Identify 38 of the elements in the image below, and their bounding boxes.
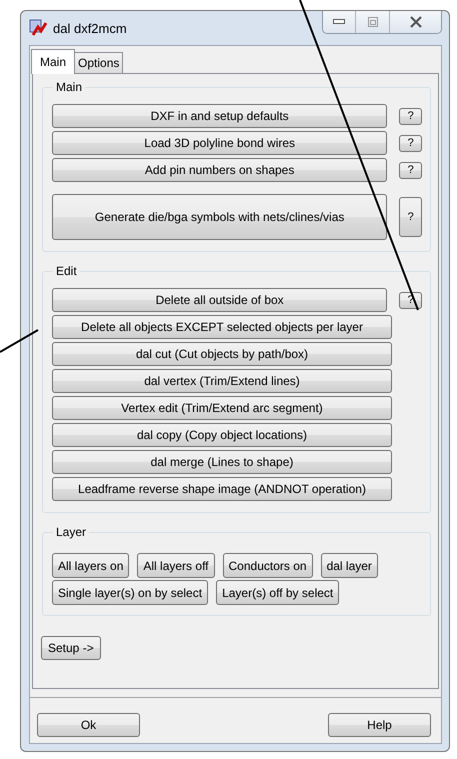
minimize-button[interactable] bbox=[323, 11, 355, 33]
help-button[interactable]: ? bbox=[399, 162, 422, 178]
action-button[interactable]: dal copy (Copy object locations) bbox=[52, 423, 392, 447]
setup-button[interactable]: Setup -> bbox=[41, 636, 101, 660]
action-button[interactable]: Leadframe reverse shape image (ANDNOT operation) bbox=[52, 477, 392, 501]
layer-button[interactable]: Single layer(s) on by select bbox=[52, 580, 208, 605]
help-button[interactable]: ? bbox=[399, 108, 422, 124]
action-button[interactable]: Add pin numbers on shapes bbox=[52, 158, 388, 182]
tab[interactable]: Options bbox=[74, 52, 124, 73]
close-icon bbox=[408, 16, 422, 28]
close-button[interactable] bbox=[389, 11, 441, 33]
group-title: Layer bbox=[55, 525, 88, 539]
window-title: dal dxf2mcm bbox=[53, 20, 127, 36]
app-icon bbox=[29, 19, 47, 37]
dialog-button[interactable]: Ok bbox=[37, 713, 140, 737]
help-button[interactable]: ? bbox=[399, 134, 422, 152]
action-button[interactable]: Delete all outside of box bbox=[52, 288, 388, 312]
layer-button[interactable]: All layers on bbox=[52, 553, 130, 578]
group-title: Edit bbox=[55, 264, 78, 278]
action-button[interactable]: dal vertex (Trim/Extend lines) bbox=[52, 369, 392, 393]
dialog-button[interactable]: Help bbox=[328, 713, 431, 737]
action-button[interactable]: Delete all objects EXCEPT selected objects per layer bbox=[52, 315, 392, 339]
maximize-icon bbox=[368, 17, 378, 27]
minimize-icon bbox=[333, 19, 345, 25]
action-button[interactable]: dal cut (Cut objects by path/box) bbox=[52, 342, 392, 366]
layer-button[interactable]: dal layer bbox=[320, 553, 378, 578]
layer-button[interactable]: Layer(s) off by select bbox=[216, 580, 340, 605]
action-button[interactable]: Vertex edit (Trim/Extend arc segment) bbox=[52, 396, 392, 420]
action-button[interactable]: dal merge (Lines to shape) bbox=[52, 450, 392, 474]
action-button[interactable]: Generate die/bga symbols with nets/clines/vias bbox=[52, 194, 388, 240]
action-button[interactable]: Load 3D polyline bond wires bbox=[52, 131, 388, 155]
group-title: Main bbox=[55, 80, 84, 94]
layer-button[interactable]: Conductors on bbox=[222, 553, 313, 578]
action-button[interactable]: DXF in and setup defaults bbox=[52, 104, 388, 128]
help-button[interactable]: ? bbox=[399, 197, 422, 237]
layer-button[interactable]: All layers off bbox=[137, 553, 215, 578]
tab[interactable]: Main bbox=[31, 49, 76, 74]
annotation-line bbox=[0, 329, 38, 353]
